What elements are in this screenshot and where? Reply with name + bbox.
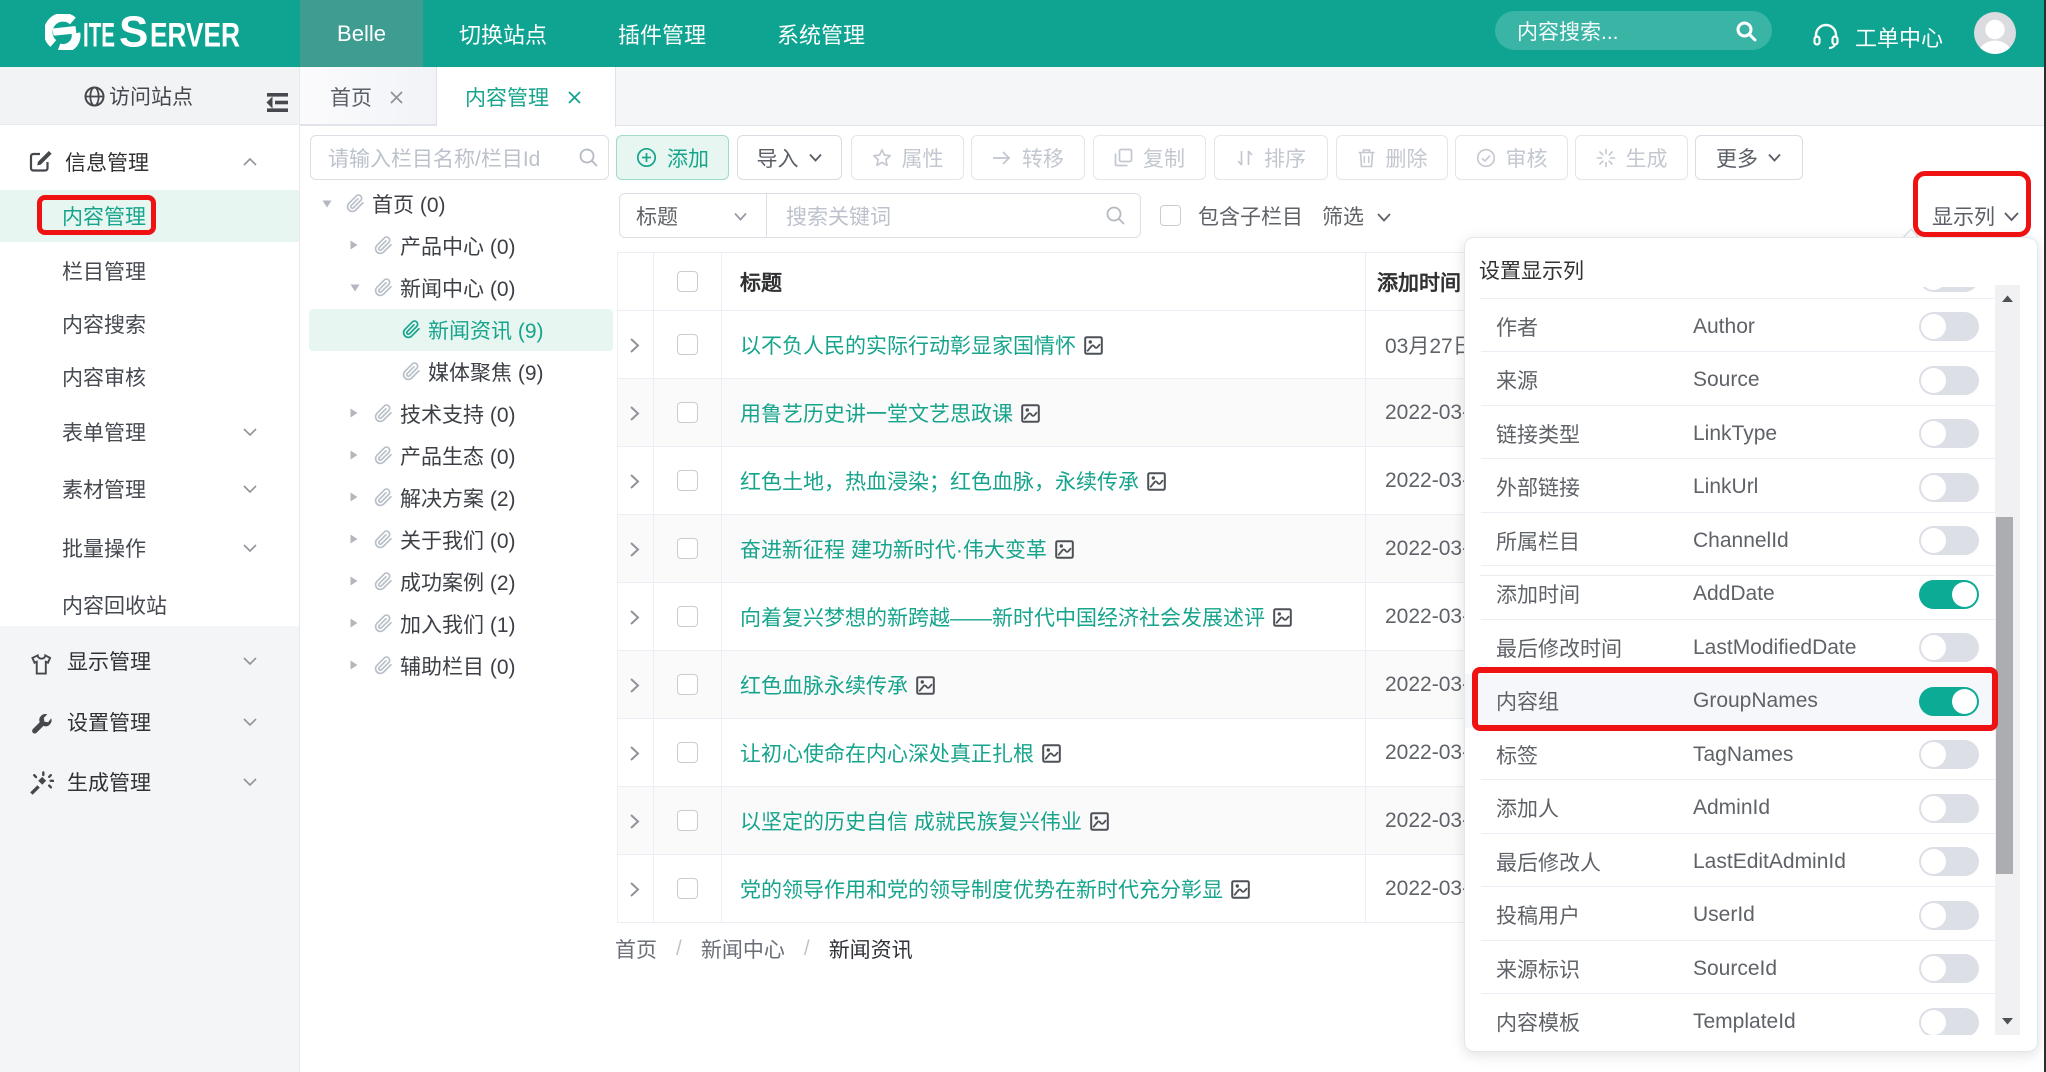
svg-text:ITE: ITE [83, 17, 115, 55]
svg-text:ERVER: ERVER [150, 17, 240, 55]
svg-text:S: S [119, 8, 148, 57]
